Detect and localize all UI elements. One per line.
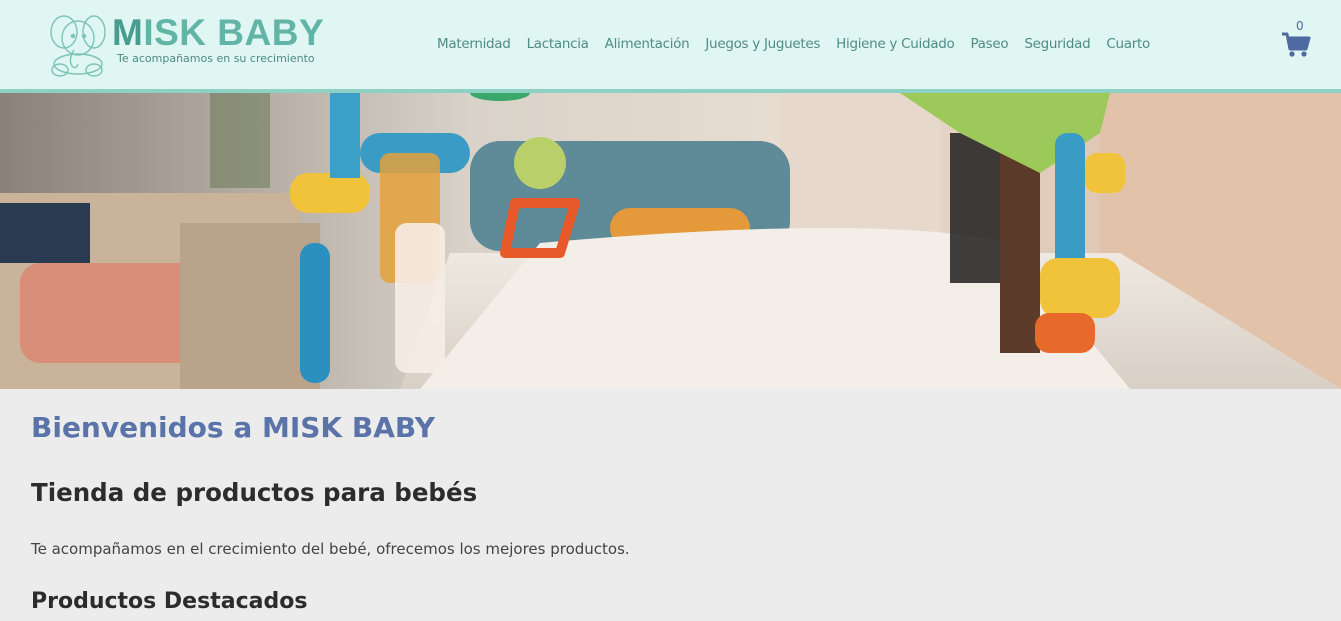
nav-item-lactancia[interactable]: Lactancia: [527, 36, 589, 52]
nav-item-seguridad[interactable]: Seguridad: [1024, 36, 1090, 52]
nav-item-cuarto[interactable]: Cuarto: [1106, 36, 1150, 52]
site-header: MISK BABY Te acompañamos en su crecimien…: [0, 0, 1341, 93]
brand-text-middle: ISK B: [143, 12, 245, 53]
cart-count: 0: [1296, 19, 1304, 33]
nav-item-paseo[interactable]: Paseo: [970, 36, 1008, 52]
brand-letter-m: M: [112, 12, 144, 53]
brand-name: MISK BABY: [112, 12, 324, 54]
hero-banner-image: [0, 93, 1341, 389]
cart-button[interactable]: 0: [1281, 19, 1315, 60]
main-nav: Maternidad Lactancia Alimentación Juegos…: [437, 36, 1150, 52]
brand-text-end: ABY: [244, 12, 325, 53]
nav-item-higiene-cuidado[interactable]: Higiene y Cuidado: [836, 36, 955, 52]
brand-tagline: Te acompañamos en su crecimiento: [117, 52, 315, 65]
store-subtitle: Tienda de productos para bebés: [31, 478, 478, 507]
elephant-icon: [50, 15, 106, 77]
nav-item-juegos-juguetes[interactable]: Juegos y Juguetes: [705, 36, 820, 52]
logo[interactable]: MISK BABY Te acompañamos en su crecimien…: [42, 6, 332, 78]
cart-icon: [1282, 32, 1311, 57]
nav-item-alimentacion[interactable]: Alimentación: [605, 36, 690, 52]
featured-products-heading: Productos Destacados: [31, 589, 308, 614]
store-description: Te acompañamos en el crecimiento del beb…: [31, 540, 630, 558]
nav-item-maternidad[interactable]: Maternidad: [437, 36, 511, 52]
welcome-heading: Bienvenidos a MISK BABY: [31, 411, 435, 444]
